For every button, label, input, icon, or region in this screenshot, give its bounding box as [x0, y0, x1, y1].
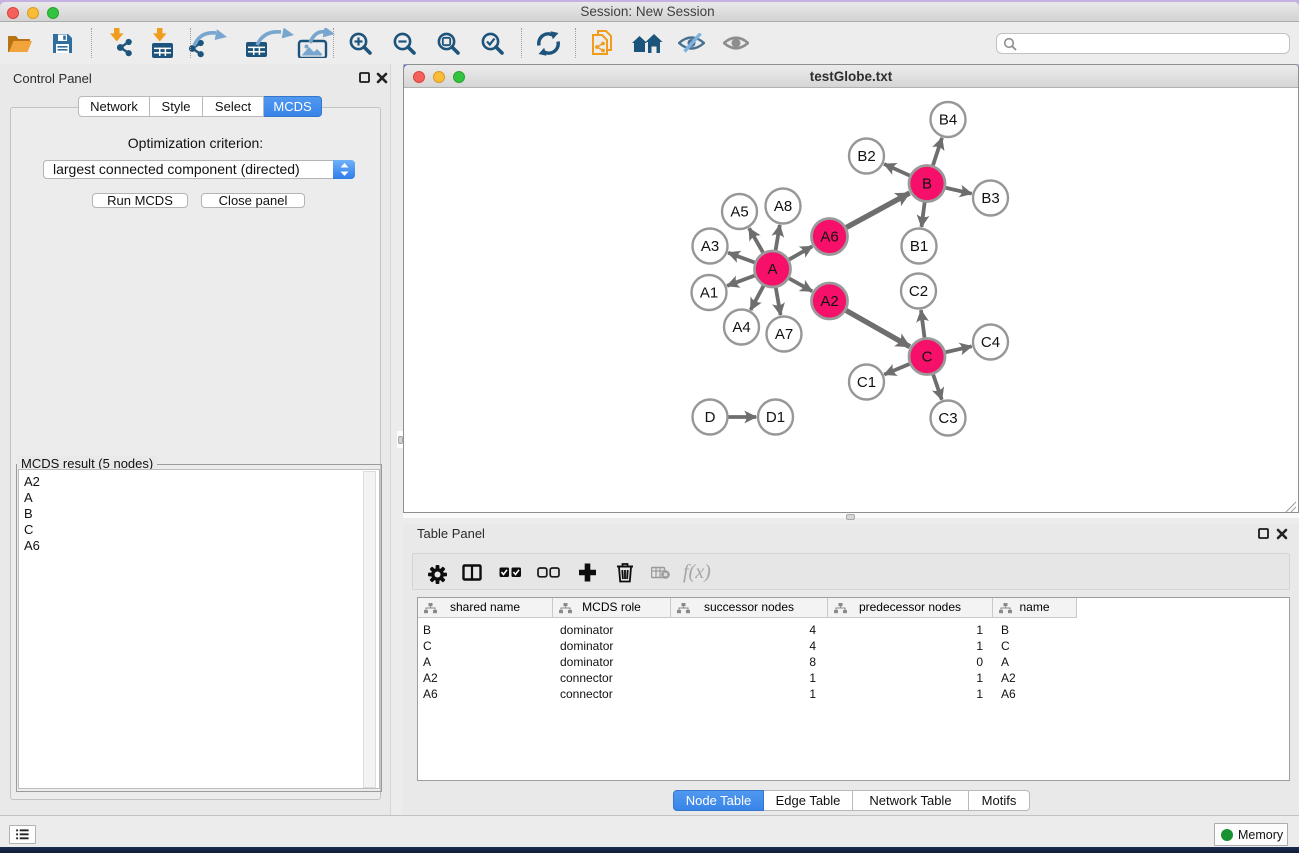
svg-text:C1: C1	[857, 374, 876, 391]
svg-text:A5: A5	[730, 204, 748, 221]
svg-text:C2: C2	[909, 283, 928, 300]
svg-text:A7: A7	[775, 326, 793, 343]
svg-text:A3: A3	[701, 238, 719, 255]
svg-text:C: C	[922, 349, 933, 366]
svg-text:B1: B1	[910, 238, 928, 255]
svg-text:A2: A2	[820, 293, 838, 310]
svg-text:C4: C4	[981, 334, 1000, 351]
svg-text:B3: B3	[981, 190, 999, 207]
svg-text:A1: A1	[700, 285, 718, 302]
svg-text:C3: C3	[938, 410, 957, 427]
svg-text:A6: A6	[820, 229, 838, 246]
svg-text:D1: D1	[766, 409, 785, 426]
svg-text:A4: A4	[732, 319, 750, 336]
svg-text:B4: B4	[939, 112, 957, 129]
svg-text:B: B	[922, 176, 932, 193]
svg-text:B2: B2	[857, 148, 875, 165]
svg-text:D: D	[705, 409, 716, 426]
svg-text:A8: A8	[774, 198, 792, 215]
svg-text:A: A	[767, 261, 777, 278]
